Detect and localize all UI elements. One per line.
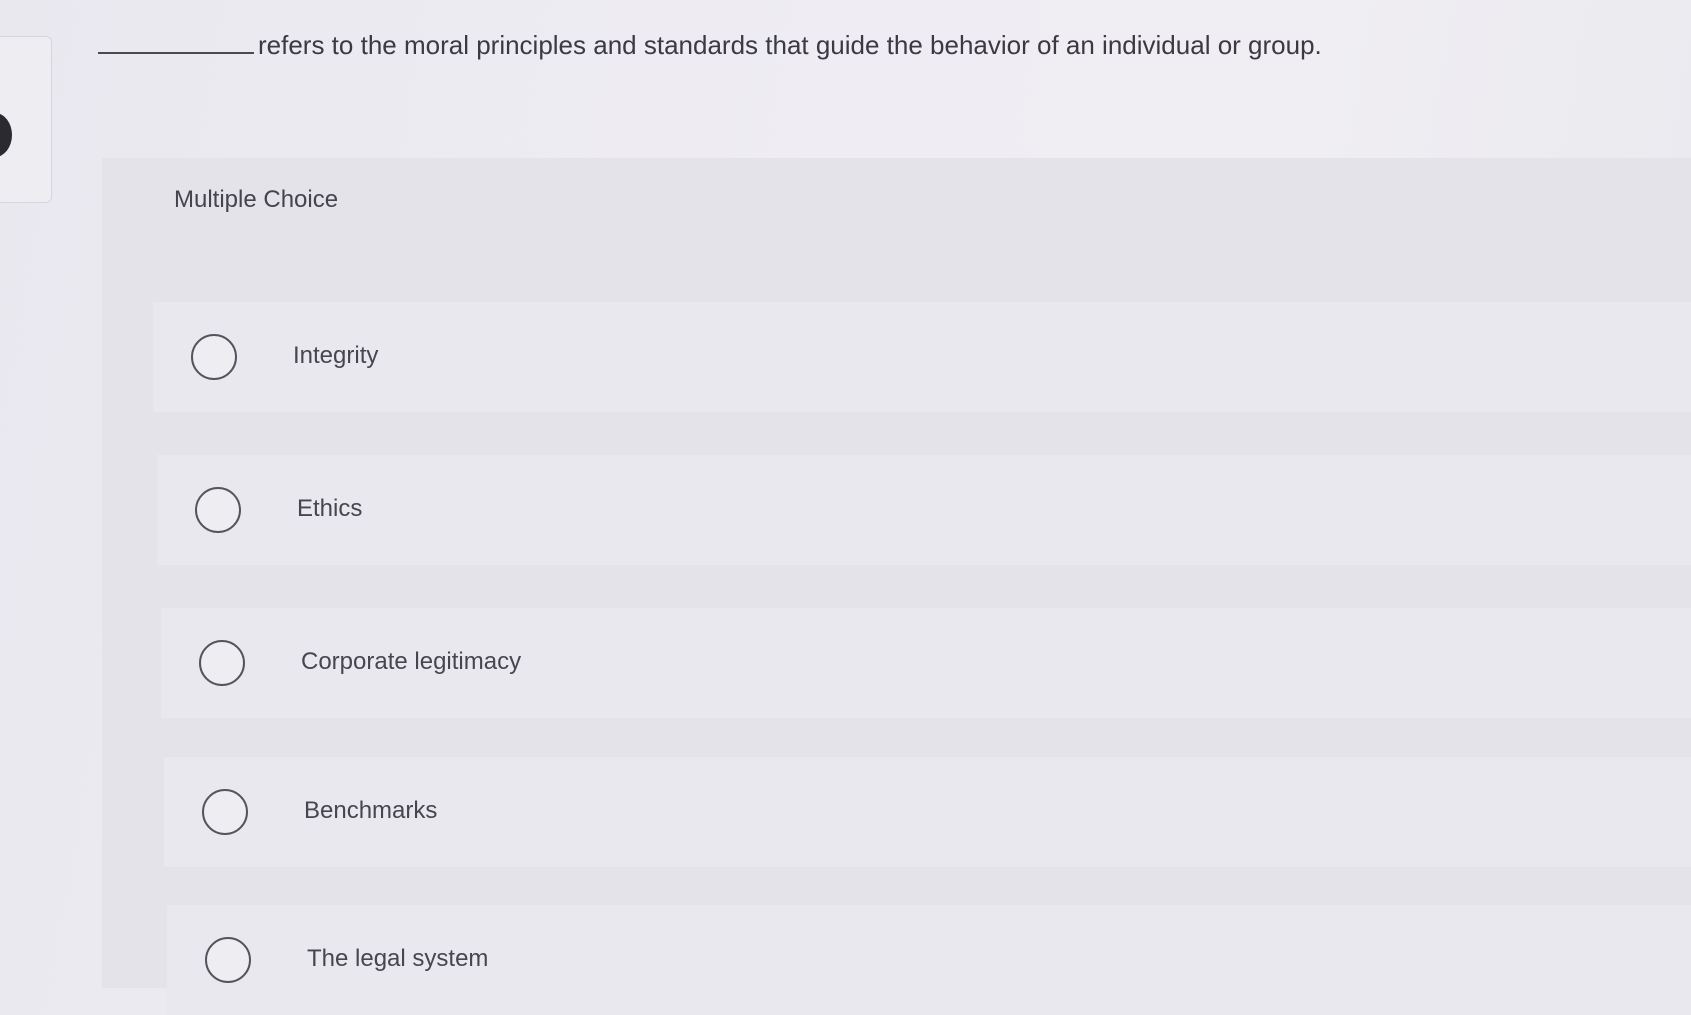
radio-circle-icon[interactable]	[199, 640, 245, 686]
radio-circle-icon[interactable]	[191, 334, 237, 380]
radio-circle-icon[interactable]	[195, 487, 241, 533]
option-label: Corporate legitimacy	[301, 648, 522, 675]
option-ethics[interactable]: Ethics	[157, 455, 1691, 565]
radio-circle-icon[interactable]	[202, 789, 248, 835]
option-label: The legal system	[307, 945, 489, 972]
option-label: Ethics	[297, 495, 363, 522]
option-corporate-legitimacy[interactable]: Corporate legitimacy	[161, 608, 1691, 718]
option-label: Benchmarks	[304, 797, 438, 824]
section-title: Multiple Choice	[174, 186, 339, 213]
question-prompt: refers to the moral principles and stand…	[98, 30, 1322, 61]
answer-blank	[98, 32, 254, 54]
option-legal-system[interactable]: The legal system	[167, 905, 1691, 1015]
radio-circle-icon[interactable]	[205, 937, 251, 983]
option-label: Integrity	[293, 342, 379, 369]
question-text: refers to the moral principles and stand…	[258, 30, 1322, 60]
option-benchmarks[interactable]: Benchmarks	[164, 757, 1691, 867]
option-integrity[interactable]: Integrity	[153, 302, 1691, 412]
side-panel-tab[interactable]	[0, 36, 52, 203]
